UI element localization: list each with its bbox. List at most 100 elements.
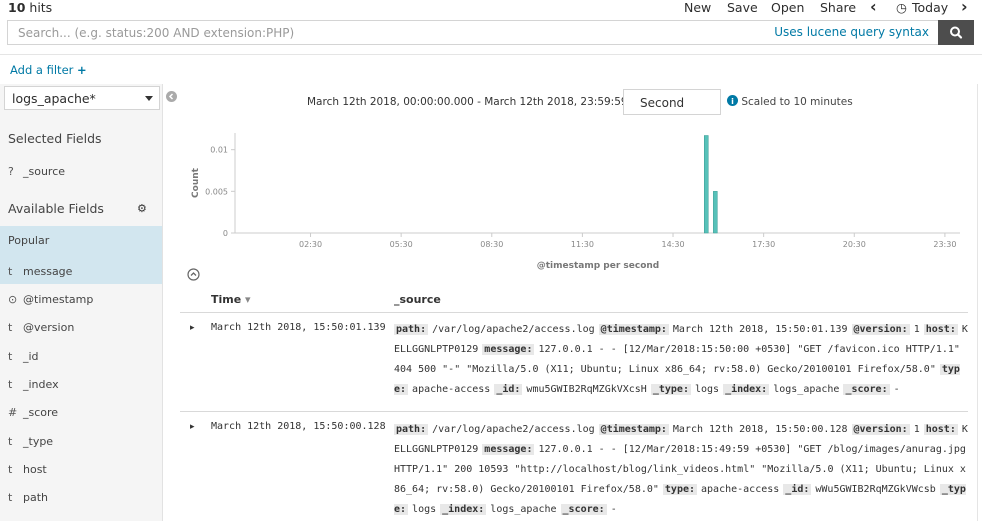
field-value: 1	[913, 324, 920, 335]
x-axis-label: @timestamp per second	[537, 261, 660, 271]
top-bar: 10 hits New Save Open Share ‹ ◷ Today ›	[0, 0, 982, 18]
field-key: _id:	[494, 384, 523, 395]
divider	[180, 411, 968, 412]
index-pattern-select[interactable]: logs_apache*	[4, 86, 160, 110]
field-key: _id:	[783, 484, 812, 495]
histogram-bar	[704, 135, 709, 234]
date-range-label: March 12th 2018, 00:00:00.000 - March 12…	[307, 96, 665, 108]
search-button[interactable]	[938, 20, 974, 45]
y-tick-label: 0.005	[205, 187, 228, 196]
collapse-sidebar-button[interactable]	[166, 91, 177, 102]
x-tick-label: 20:30	[843, 240, 866, 249]
field-id[interactable]: t _id	[0, 342, 162, 370]
popular-label: Popular	[8, 234, 50, 247]
hits-count: 10 hits	[8, 0, 53, 15]
selected-field-source[interactable]: ? _source	[0, 157, 162, 185]
field-value: -	[610, 504, 617, 515]
selected-fields-title: Selected Fields	[8, 131, 102, 146]
x-tick-label: 17:30	[752, 240, 775, 249]
field-type-icon: t	[8, 435, 13, 448]
field-type-icon: t	[8, 378, 13, 391]
field-key: @timestamp:	[598, 324, 669, 335]
field-type-icon: #	[8, 406, 18, 419]
field-value: logs	[412, 504, 437, 515]
divider	[977, 84, 978, 521]
field-score[interactable]: # _score	[0, 398, 162, 426]
field-sidebar: logs_apache* Selected Fields ? _source Av…	[0, 84, 163, 521]
new-button[interactable]: New	[684, 0, 711, 15]
x-tick-label: 11:30	[571, 240, 594, 249]
field-path[interactable]: t path	[0, 483, 162, 511]
interval-select[interactable]: Second	[623, 89, 721, 115]
field-value: logs_apache	[773, 384, 840, 395]
field-key: _score:	[843, 384, 890, 395]
x-tick-label: 08:30	[480, 240, 503, 249]
open-button[interactable]: Open	[771, 0, 804, 15]
timepicker-button[interactable]: Today	[912, 0, 948, 15]
plus-icon: +	[77, 63, 87, 77]
field-type-icon: t	[8, 321, 13, 334]
field-value: wWu5GWIB2RqMZGkVWcsb	[815, 484, 936, 495]
field-message[interactable]: t message	[0, 257, 162, 285]
expand-row-button[interactable]: ▸	[190, 323, 195, 333]
field-value: logs_apache	[490, 504, 557, 515]
row-time: March 12th 2018, 15:50:01.139	[211, 322, 386, 333]
field-version[interactable]: t @version	[0, 313, 162, 341]
field-type-icon: t	[8, 463, 13, 476]
field-value: March 12th 2018, 15:50:00.128	[672, 424, 848, 435]
field-key: path:	[394, 424, 429, 435]
field-key: host:	[923, 424, 958, 435]
y-tick-label: 0.01	[210, 146, 228, 155]
field-type-icon: ?	[8, 165, 14, 178]
field-key: message:	[482, 444, 535, 455]
x-tick-label: 02:30	[299, 240, 322, 249]
histogram-chart: 0 0.005 0.01 02:30 05:30 08:30 11:30 14:30 17:30…	[191, 133, 960, 271]
field-type-icon: t	[8, 491, 13, 504]
share-button[interactable]: Share	[820, 0, 856, 15]
field-value: March 12th 2018, 15:50:01.139	[672, 324, 848, 335]
y-tick-label: 0	[223, 229, 228, 238]
field-value: /var/log/apache2/access.log	[432, 424, 595, 435]
field-key: path:	[394, 324, 429, 335]
divider	[180, 312, 968, 313]
field-value: apache-access	[701, 484, 780, 495]
field-type-icon: t	[8, 265, 13, 278]
field-key: _score:	[560, 504, 607, 515]
field-value: wmu5GWIB2RqMZGkVXcsH	[526, 384, 647, 395]
next-time-button[interactable]: ›	[961, 0, 968, 16]
divider	[0, 54, 982, 55]
field-value: apache-access	[412, 384, 491, 395]
field-index[interactable]: t _index	[0, 370, 162, 398]
field-type-icon: t	[8, 350, 13, 363]
gear-icon[interactable]: ⚙	[137, 202, 147, 215]
field-value: /var/log/apache2/access.log	[432, 324, 595, 335]
expand-row-button[interactable]: ▸	[190, 422, 195, 432]
save-button[interactable]: Save	[727, 0, 758, 15]
source-column-header: _source	[394, 293, 441, 306]
field-key: _index:	[440, 504, 487, 515]
field-key: @version:	[851, 324, 910, 335]
y-axis-label: Count	[191, 167, 201, 198]
row-source: path:/var/log/apache2/access.log @timesta…	[394, 320, 968, 400]
histogram-bar	[713, 191, 718, 234]
field-type[interactable]: t _type	[0, 427, 162, 455]
row-source: path:/var/log/apache2/access.log @timesta…	[394, 420, 968, 520]
x-tick-label: 14:30	[661, 240, 684, 249]
field-timestamp[interactable]: ⊙ @timestamp	[0, 285, 162, 313]
time-column-header[interactable]: Time ▾	[211, 293, 251, 306]
svg-text:i: i	[731, 97, 734, 106]
search-bar: Uses lucene query syntax	[7, 20, 974, 45]
field-value: -	[893, 384, 900, 395]
collapse-chart-button[interactable]	[187, 268, 200, 281]
clock-icon: ⊙	[8, 293, 18, 306]
search-icon	[950, 26, 963, 39]
prev-time-button[interactable]: ‹	[870, 0, 877, 16]
lucene-syntax-link[interactable]: Uses lucene query syntax	[774, 25, 929, 39]
field-key: @timestamp:	[598, 424, 669, 435]
add-filter-button[interactable]: Add a filter +	[10, 63, 87, 77]
available-fields-title: Available Fields	[8, 201, 104, 216]
field-key: host:	[923, 324, 958, 335]
field-host[interactable]: t host	[0, 455, 162, 483]
field-key: _index:	[723, 384, 770, 395]
field-value: 1	[913, 424, 920, 435]
